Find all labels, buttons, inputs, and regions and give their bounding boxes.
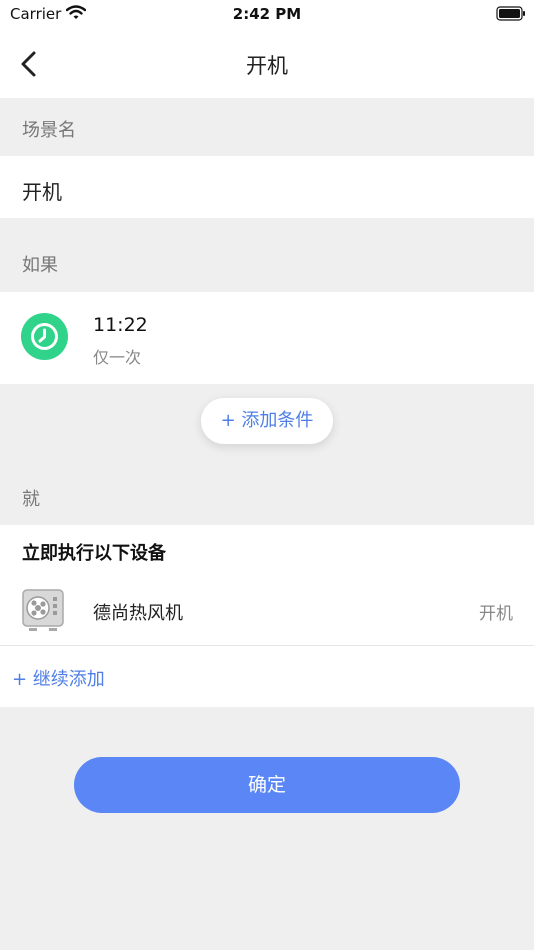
confirm-button[interactable]: 确定 <box>74 757 460 813</box>
clock-icon <box>21 313 68 360</box>
condition-repeat: 仅一次 <box>93 348 142 367</box>
condition-time: 11:22 <box>93 314 148 336</box>
page-title: 开机 <box>246 54 288 78</box>
heater-fan-icon <box>22 589 64 637</box>
exec-title: 立即执行以下设备 <box>22 543 166 564</box>
device-name[interactable]: 德尚热风机 <box>93 599 183 625</box>
scene-name-label: 场景名 <box>22 120 76 141</box>
divider <box>0 645 534 646</box>
action-panel: 立即执行以下设备 德尚热风机 开机 + 继续添加 <box>0 525 534 707</box>
scene-name-row[interactable]: 开机 <box>0 156 534 218</box>
back-button[interactable] <box>10 46 46 82</box>
add-condition-button[interactable]: + 添加条件 <box>201 398 333 444</box>
then-section-label: 就 <box>22 489 40 510</box>
nav-bar: 开机 <box>0 28 534 98</box>
status-time: 2:42 PM <box>232 5 302 23</box>
condition-row[interactable]: 11:22 仅一次 <box>0 292 534 384</box>
scene-name-value: 开机 <box>22 180 62 204</box>
device-action[interactable]: 开机 <box>479 599 513 624</box>
status-bar: Carrier 2:42 PM <box>0 0 534 28</box>
if-section-label: 如果 <box>22 255 58 276</box>
continue-add-button[interactable]: + 继续添加 <box>12 665 105 691</box>
chevron-left-icon <box>21 51 36 77</box>
battery-icon <box>496 6 526 25</box>
